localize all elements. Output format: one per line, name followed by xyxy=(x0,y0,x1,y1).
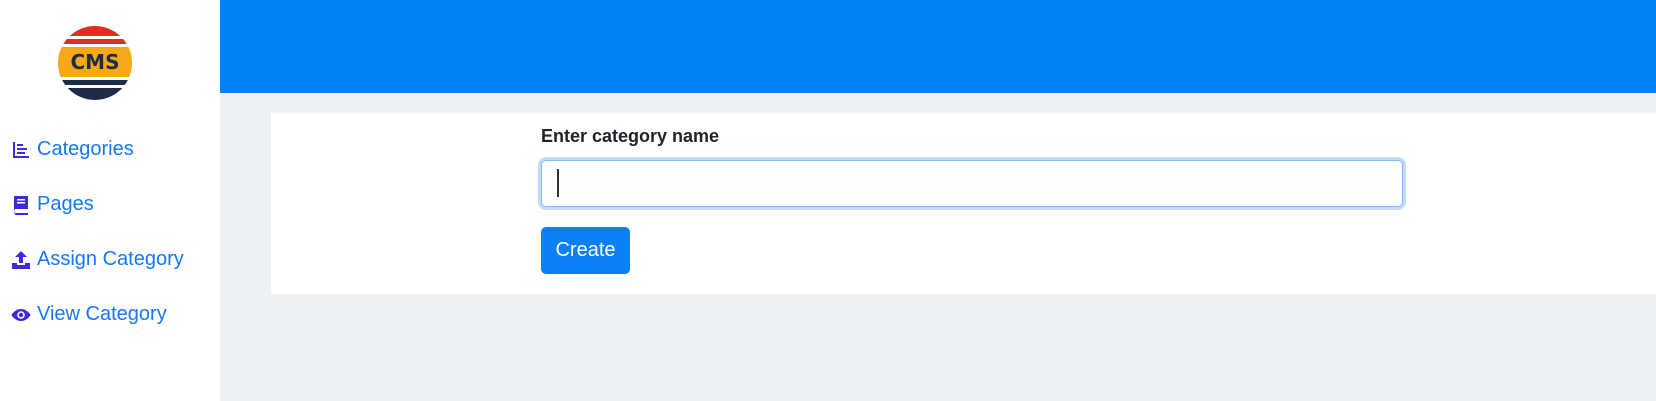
sidebar-item-pages[interactable]: Pages xyxy=(10,193,94,216)
top-navbar xyxy=(220,0,1656,93)
cms-logo[interactable]: CMS xyxy=(57,25,133,101)
upload-icon xyxy=(10,249,32,271)
sidebar-item-label: Assign Category xyxy=(37,248,184,270)
svg-text:CMS: CMS xyxy=(71,50,120,74)
sidebar-item-label: Pages xyxy=(37,193,94,215)
create-button[interactable]: Create xyxy=(541,227,630,274)
text-caret xyxy=(557,169,559,197)
sidebar-item-assign-category[interactable]: Assign Category xyxy=(10,248,184,271)
book-icon xyxy=(10,194,32,216)
sidebar-item-label: View Category xyxy=(37,303,167,325)
eye-icon xyxy=(10,304,32,326)
category-name-input[interactable] xyxy=(541,160,1403,207)
sidebar-item-categories[interactable]: Categories xyxy=(10,138,134,161)
sidebar: CMS Categories Pages Assign Category Vie… xyxy=(0,0,220,401)
sidebar-item-label: Categories xyxy=(37,138,134,160)
list-chart-icon xyxy=(10,139,32,161)
sidebar-item-view-category[interactable]: View Category xyxy=(10,303,167,326)
category-name-label: Enter category name xyxy=(541,126,720,146)
